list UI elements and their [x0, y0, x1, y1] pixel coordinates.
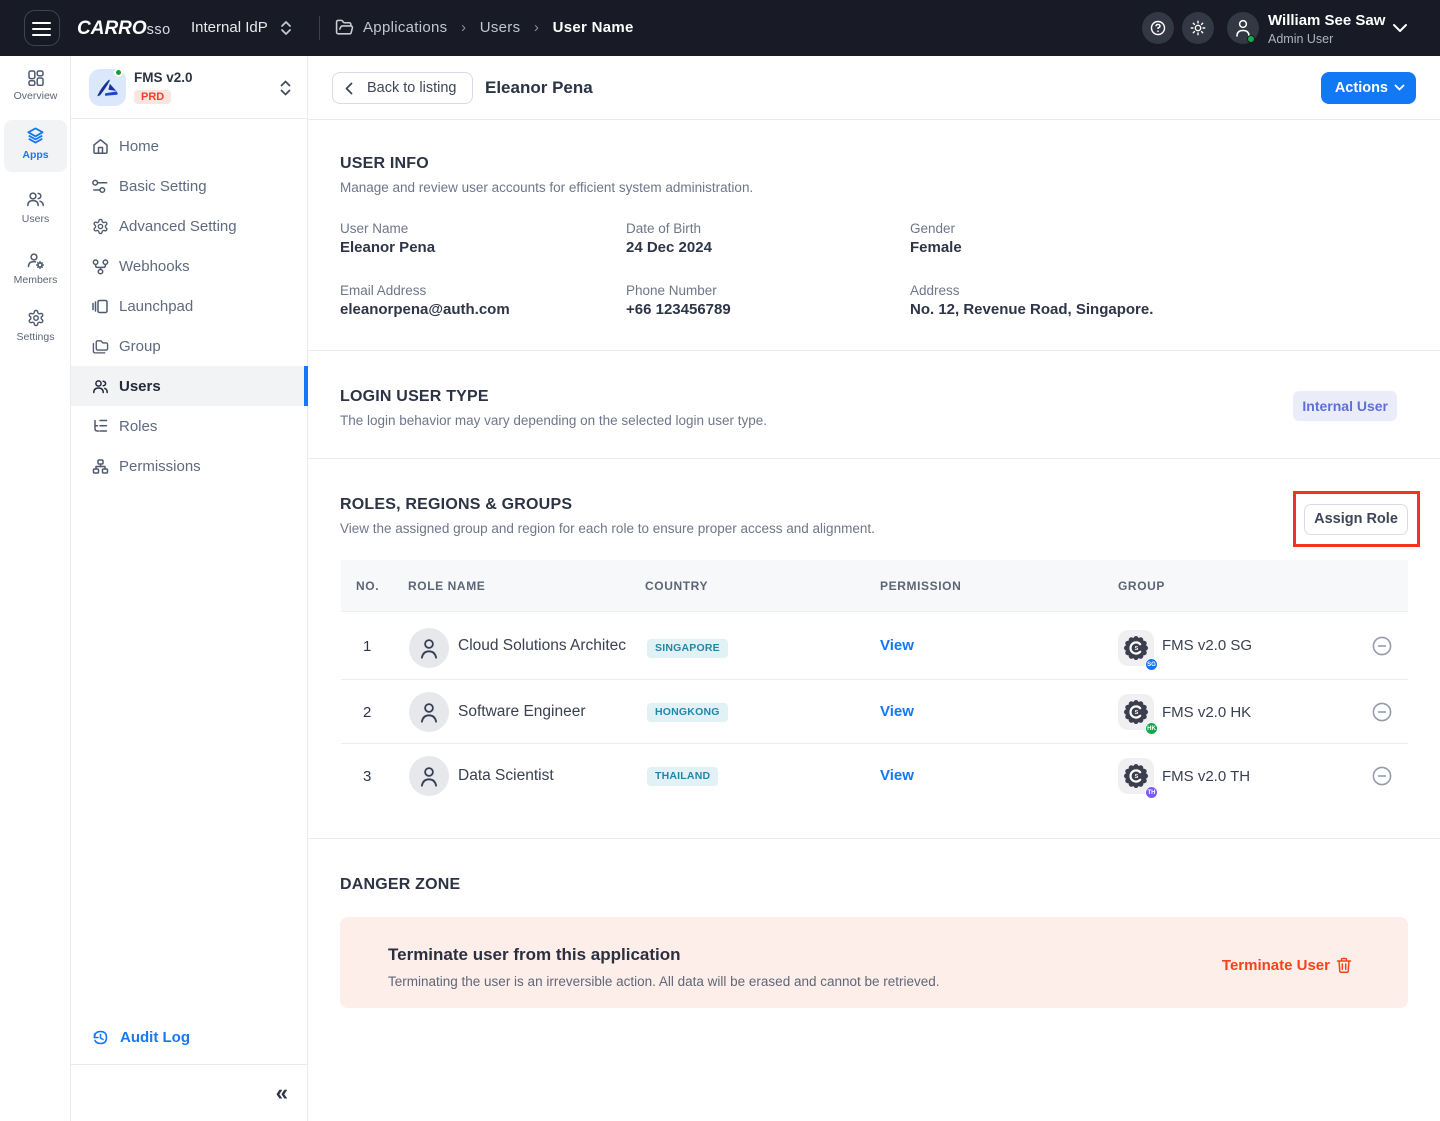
svg-text:S: S — [1135, 646, 1139, 652]
svg-text:S: S — [1135, 774, 1139, 780]
svg-text:S: S — [1135, 710, 1139, 716]
